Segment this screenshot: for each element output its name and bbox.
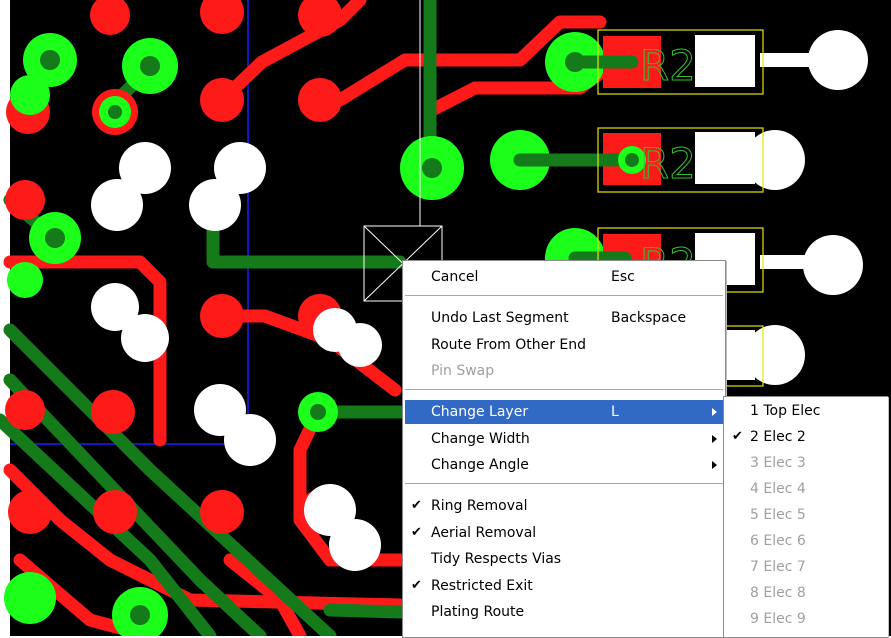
- menu-item-ring-removal[interactable]: ✔ Ring Removal: [405, 494, 723, 518]
- checkmark-icon: ✔: [411, 578, 422, 593]
- menu-item-change-angle[interactable]: Change Angle: [405, 453, 723, 477]
- menu-item-label: Change Layer: [431, 404, 529, 420]
- menu-item-label: Ring Removal: [431, 498, 528, 514]
- submenu-arrow-icon: [712, 461, 717, 469]
- layer-item-label: 8 Elec 8: [750, 585, 806, 601]
- menu-item-plating-route[interactable]: Plating Route: [405, 600, 723, 624]
- menu-item-pin-swap: Pin Swap: [405, 359, 723, 383]
- menu-item-route-from-other-end[interactable]: Route From Other End: [405, 333, 723, 357]
- menu-item-label: Undo Last Segment: [431, 310, 569, 326]
- menu-item-label: Change Angle: [431, 457, 529, 473]
- layer-item-label: 5 Elec 5: [750, 507, 806, 523]
- silkscreen-labels: R2 R2 R2: [640, 41, 697, 289]
- layer-item-label: 4 Elec 4: [750, 481, 806, 497]
- menu-item-label: Aerial Removal: [431, 525, 537, 541]
- checkmark-icon: ✔: [732, 429, 743, 444]
- menu-item-label: Plating Route: [431, 604, 525, 620]
- menu-item-cancel[interactable]: Cancel Esc: [405, 265, 723, 289]
- menu-item-label: Restricted Exit: [431, 578, 533, 594]
- menu-item-shortcut: L: [611, 404, 619, 420]
- layer-item-label: 7 Elec 7: [750, 559, 806, 575]
- layer-item-8-elec-8: 8 Elec 8: [726, 581, 886, 605]
- menu-separator: [405, 389, 723, 391]
- submenu-arrow-icon: [712, 435, 717, 443]
- layer-item-9-elec-9: 9 Elec 9: [726, 607, 886, 631]
- menu-item-change-layer[interactable]: Change Layer L: [405, 400, 723, 424]
- menu-item-shortcut: Backspace: [611, 310, 687, 326]
- layer-item-5-elec-5: 5 Elec 5: [726, 503, 886, 527]
- layer-item-3-elec-3: 3 Elec 3: [726, 451, 886, 475]
- checkmark-icon: ✔: [411, 498, 422, 513]
- layer-item-2-elec-2[interactable]: ✔ 2 Elec 2: [726, 425, 886, 449]
- submenu-arrow-icon: [712, 408, 717, 416]
- layer-item-6-elec-6: 6 Elec 6: [726, 529, 886, 553]
- layer-item-label: 9 Elec 9: [750, 611, 806, 627]
- layer-item-1-top-elec[interactable]: 1 Top Elec: [726, 399, 886, 423]
- menu-item-aerial-removal[interactable]: ✔ Aerial Removal: [405, 521, 723, 545]
- silkscreen-label: R2: [640, 41, 696, 90]
- layer-item-4-elec-4: 4 Elec 4: [726, 477, 886, 501]
- silkscreen-label: R2: [640, 139, 696, 188]
- menu-item-label: Pin Swap: [431, 363, 495, 379]
- menu-item-undo-last-segment[interactable]: Undo Last Segment Backspace: [405, 306, 723, 330]
- menu-item-tidy-respects-vias[interactable]: Tidy Respects Vias: [405, 547, 723, 571]
- checkmark-icon: ✔: [411, 525, 422, 540]
- route-context-menu: Cancel Esc Undo Last Segment Backspace R…: [402, 260, 726, 638]
- menu-item-change-width[interactable]: Change Width: [405, 427, 723, 451]
- menu-separator: [405, 483, 723, 485]
- menu-separator: [405, 295, 723, 297]
- layer-submenu: 1 Top Elec ✔ 2 Elec 2 3 Elec 3 4 Elec 4 …: [723, 396, 888, 638]
- layer-item-label: 6 Elec 6: [750, 533, 806, 549]
- menu-item-shortcut: Esc: [611, 269, 635, 285]
- menu-item-label: Cancel: [431, 269, 479, 285]
- layer-item-label: 2 Elec 2: [750, 429, 806, 445]
- menu-item-label: Change Width: [431, 431, 530, 447]
- layer-item-label: 1 Top Elec: [750, 403, 821, 419]
- layer-item-7-elec-7: 7 Elec 7: [726, 555, 886, 579]
- menu-item-label: Tidy Respects Vias: [431, 551, 562, 567]
- layer-item-label: 3 Elec 3: [750, 455, 806, 471]
- menu-item-restricted-exit[interactable]: ✔ Restricted Exit: [405, 574, 723, 598]
- menu-item-label: Route From Other End: [431, 337, 587, 353]
